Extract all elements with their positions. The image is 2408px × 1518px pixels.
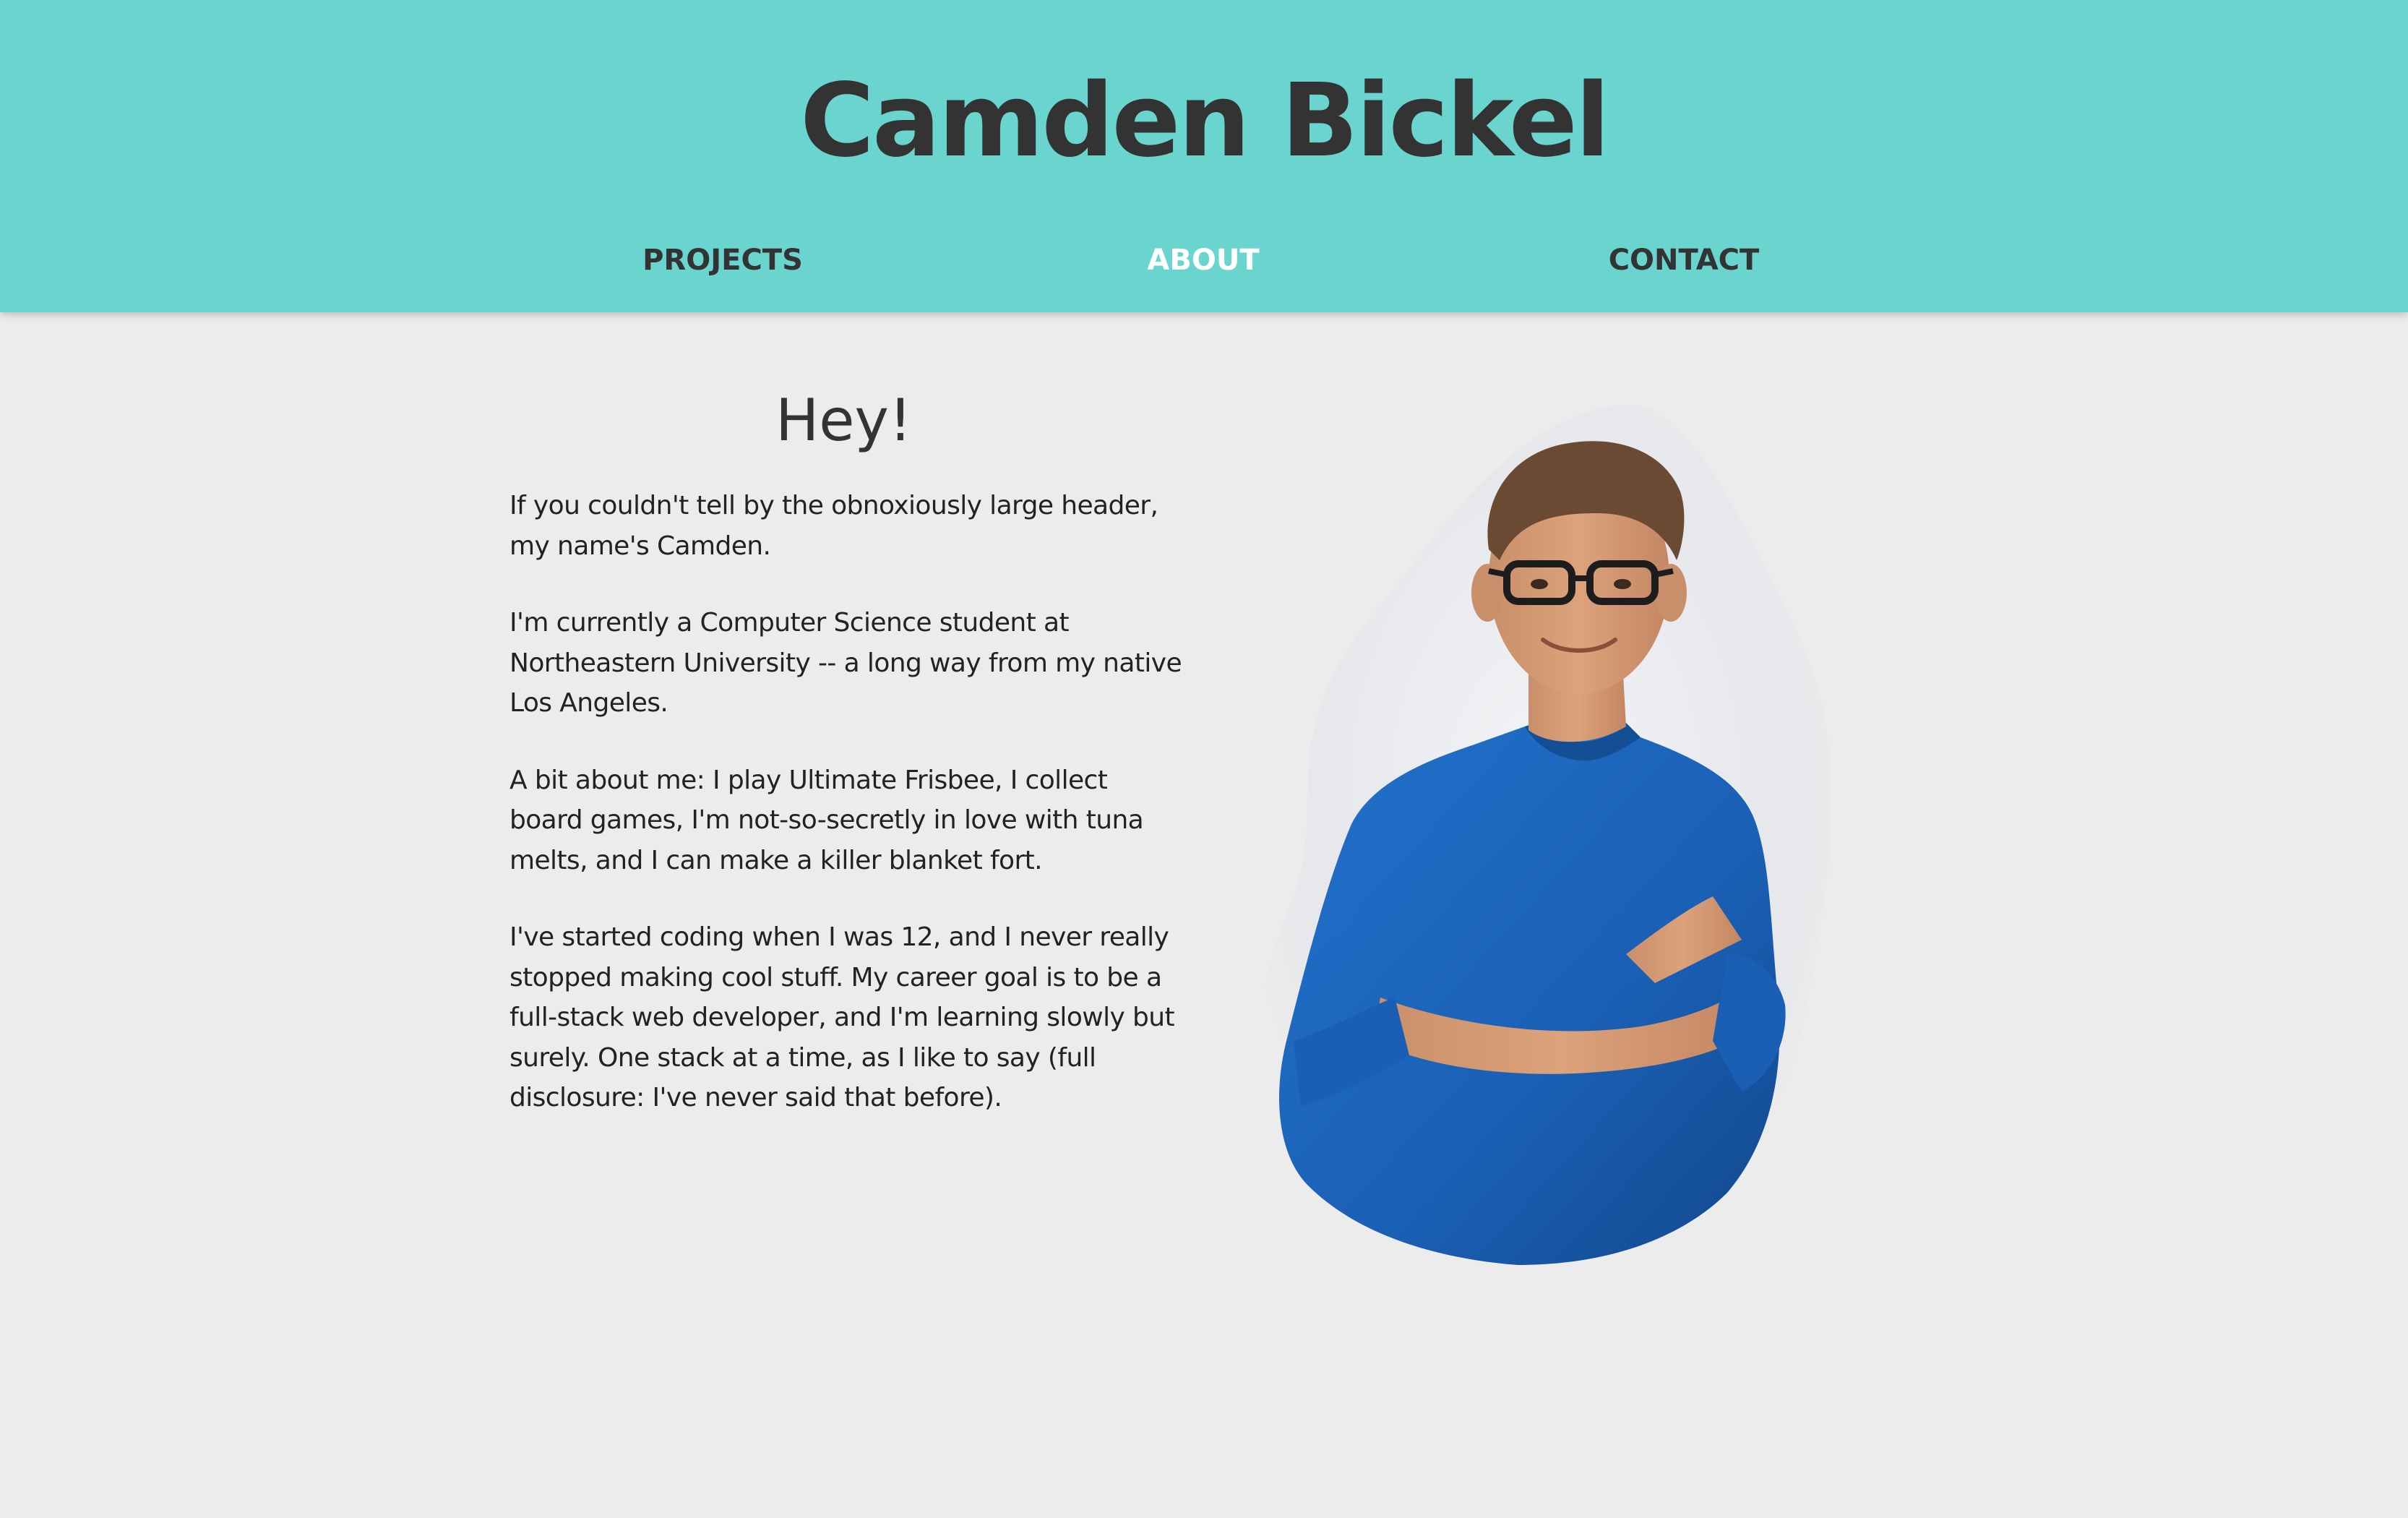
greeting-heading: Hey! [775,387,912,454]
site-header: Camden Bickel PROJECTS ABOUT CONTACT [0,0,2408,312]
bio-paragraph-1: If you couldn't tell by the obnoxiously … [509,491,1158,561]
bio-text: If you couldn't tell by the obnoxiously … [509,486,1182,1155]
site-title: Camden Bickel [800,62,1610,180]
profile-photo [1260,405,1832,1274]
bio-paragraph-4: I've started coding when I was 12, and I… [509,922,1175,1112]
nav-projects-link[interactable]: PROJECTS [578,231,867,289]
bio-paragraph-2: I'm currently a Computer Science student… [509,608,1182,718]
nav-contact-link[interactable]: CONTACT [1539,231,1828,289]
bio-paragraph-3: A bit about me: I play Ultimate Frisbee,… [509,765,1144,875]
nav-about-link[interactable]: ABOUT [1059,231,1348,289]
